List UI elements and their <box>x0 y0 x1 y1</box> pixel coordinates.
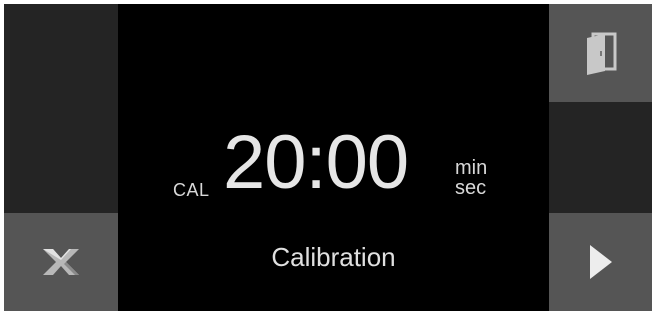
timer-unit-seconds: sec <box>455 177 487 199</box>
close-icon <box>43 249 79 275</box>
timer-unit-minutes: min <box>455 157 488 179</box>
mode-prefix-label: CAL <box>173 180 210 200</box>
door-icon <box>586 32 616 75</box>
right-middle-panel <box>549 102 652 213</box>
left-top-panel <box>4 4 118 213</box>
start-button[interactable] <box>549 213 652 311</box>
timer-value: 20:00 <box>223 120 409 205</box>
door-button[interactable] <box>549 4 652 102</box>
oven-control-screen: CAL 20:00 min sec Calibration <box>4 4 652 311</box>
play-icon <box>589 245 612 279</box>
timer-row: CAL 20:00 min sec <box>118 122 549 204</box>
cancel-button[interactable] <box>4 213 118 311</box>
main-display: CAL 20:00 min sec Calibration <box>118 4 549 311</box>
mode-name: Calibration <box>271 242 396 272</box>
